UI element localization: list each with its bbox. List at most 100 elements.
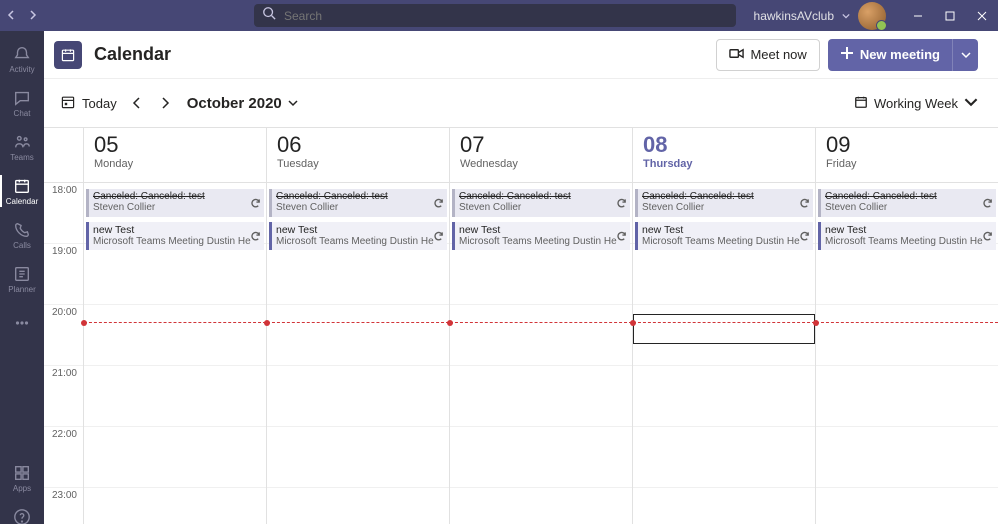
minimize-button[interactable]: [902, 0, 934, 31]
next-week-button[interactable]: [151, 89, 179, 117]
event-organizer: Steven Collier: [276, 202, 443, 213]
nav-forward-icon[interactable]: [28, 7, 38, 25]
calendar-event[interactable]: new Test Microsoft Teams Meeting Dustin …: [818, 222, 996, 250]
calendar-event-canceled[interactable]: Canceled: Canceled: test Steven Collier: [86, 189, 264, 217]
recurring-icon: [433, 198, 444, 209]
day-number: 05: [94, 134, 256, 156]
day-number: 09: [826, 134, 988, 156]
event-organizer: Steven Collier: [459, 202, 626, 213]
prev-week-button[interactable]: [123, 89, 151, 117]
meet-now-button[interactable]: Meet now: [716, 39, 819, 71]
recurring-icon: [616, 231, 627, 242]
rail-more[interactable]: [0, 301, 44, 345]
day-column[interactable]: Canceled: Canceled: test Steven Collier …: [84, 182, 267, 524]
hour-label: 19:00: [44, 243, 83, 304]
chevron-down-icon[interactable]: [842, 7, 850, 25]
event-subtitle: Microsoft Teams Meeting Dustin He: [276, 236, 443, 247]
rail-label: Activity: [9, 65, 34, 74]
view-selector[interactable]: Working Week: [854, 95, 978, 112]
rail-apps[interactable]: Apps: [0, 456, 44, 500]
calendar-event-canceled[interactable]: Canceled: Canceled: test Steven Collier: [635, 189, 813, 217]
nav-back-icon[interactable]: [6, 7, 16, 25]
day-column[interactable]: Canceled: Canceled: test Steven Collier …: [816, 182, 998, 524]
close-button[interactable]: [966, 0, 998, 31]
day-header-today[interactable]: 08 Thursday: [633, 128, 816, 182]
day-name: Tuesday: [277, 158, 439, 170]
title-bar: hawkinsAVclub: [0, 0, 998, 31]
calendar-event-canceled[interactable]: Canceled: Canceled: test Steven Collier: [269, 189, 447, 217]
event-title: Canceled: Canceled: test: [642, 191, 809, 202]
maximize-button[interactable]: [934, 0, 966, 31]
recurring-icon: [982, 231, 993, 242]
chevron-down-icon: [964, 95, 978, 112]
new-meeting-label: New meeting: [860, 47, 940, 62]
new-meeting-button[interactable]: New meeting: [828, 39, 952, 71]
avatar[interactable]: [858, 2, 886, 30]
day-header[interactable]: 07 Wednesday: [450, 128, 633, 182]
event-title: new Test: [276, 224, 443, 236]
day-name: Wednesday: [460, 158, 622, 170]
calendar-toolbar: Today October 2020 Working Week: [44, 79, 998, 127]
calendar-event[interactable]: new Test Microsoft Teams Meeting Dustin …: [269, 222, 447, 250]
day-header[interactable]: 06 Tuesday: [267, 128, 450, 182]
calendar-event[interactable]: new Test Microsoft Teams Meeting Dustin …: [452, 222, 630, 250]
rail-label: Apps: [13, 484, 31, 493]
recurring-icon: [982, 198, 993, 209]
rail-calendar[interactable]: Calendar: [0, 169, 44, 213]
calendar-grid: 05 Monday 06 Tuesday 07 Wednesday 08 Thu…: [44, 127, 998, 524]
hour-label: 23:00: [44, 487, 83, 524]
rail-help[interactable]: Help: [0, 500, 44, 524]
hour-label: 21:00: [44, 365, 83, 426]
event-title: new Test: [642, 224, 809, 236]
day-column[interactable]: Canceled: Canceled: test Steven Collier …: [450, 182, 633, 524]
rail-teams[interactable]: Teams: [0, 125, 44, 169]
month-picker[interactable]: October 2020: [187, 95, 298, 112]
rail-label: Planner: [8, 285, 36, 294]
calendar-event[interactable]: new Test Microsoft Teams Meeting Dustin …: [86, 222, 264, 250]
event-subtitle: Microsoft Teams Meeting Dustin He: [93, 236, 260, 247]
event-title: new Test: [459, 224, 626, 236]
recurring-icon: [616, 198, 627, 209]
recurring-icon: [799, 198, 810, 209]
user-name-label[interactable]: hawkinsAVclub: [754, 9, 834, 23]
calendar-event[interactable]: new Test Microsoft Teams Meeting Dustin …: [635, 222, 813, 250]
selection-box[interactable]: [633, 314, 815, 344]
rail-planner[interactable]: Planner: [0, 257, 44, 301]
day-header[interactable]: 09 Friday: [816, 128, 998, 182]
day-name: Thursday: [643, 158, 805, 170]
recurring-icon: [799, 231, 810, 242]
calendar-event-canceled[interactable]: Canceled: Canceled: test Steven Collier: [452, 189, 630, 217]
rail-chat[interactable]: Chat: [0, 81, 44, 125]
event-organizer: Steven Collier: [93, 202, 260, 213]
event-title: Canceled: Canceled: test: [276, 191, 443, 202]
calendar-view-icon: [854, 95, 868, 112]
day-header[interactable]: 05 Monday: [84, 128, 267, 182]
chevron-down-icon: [288, 95, 298, 112]
day-name: Friday: [826, 158, 988, 170]
app-rail: Activity Chat Teams Calendar Calls Plann…: [0, 31, 44, 524]
new-meeting-dropdown[interactable]: [952, 39, 978, 71]
event-organizer: Steven Collier: [825, 202, 992, 213]
rail-label: Calls: [13, 241, 31, 250]
page-header: Calendar Meet now New meeting: [44, 31, 998, 79]
event-title: Canceled: Canceled: test: [459, 191, 626, 202]
day-column-today[interactable]: Canceled: Canceled: test Steven Collier …: [633, 182, 816, 524]
page-title: Calendar: [94, 44, 171, 65]
event-title: new Test: [93, 224, 260, 236]
recurring-icon: [250, 231, 261, 242]
search-icon: [262, 6, 276, 25]
event-organizer: Steven Collier: [642, 202, 809, 213]
search-input[interactable]: [276, 9, 728, 23]
plus-icon: [840, 46, 854, 63]
today-button[interactable]: Today: [54, 90, 123, 117]
rail-label: Teams: [10, 153, 34, 162]
rail-calls[interactable]: Calls: [0, 213, 44, 257]
day-column[interactable]: Canceled: Canceled: test Steven Collier …: [267, 182, 450, 524]
day-number: 08: [643, 134, 805, 156]
rail-activity[interactable]: Activity: [0, 37, 44, 81]
calendar-event-canceled[interactable]: Canceled: Canceled: test Steven Collier: [818, 189, 996, 217]
meet-now-label: Meet now: [750, 47, 806, 62]
recurring-icon: [433, 231, 444, 242]
day-name: Monday: [94, 158, 256, 170]
search-box[interactable]: [254, 4, 736, 27]
